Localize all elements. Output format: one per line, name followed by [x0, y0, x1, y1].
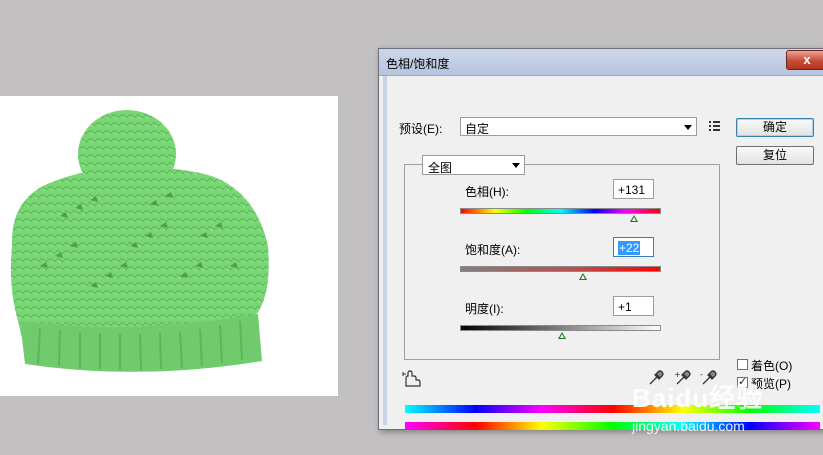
- dialog-title: 色相/饱和度: [386, 57, 450, 71]
- close-button[interactable]: x: [786, 50, 823, 70]
- preset-value: 自定: [465, 122, 490, 136]
- preset-dropdown[interactable]: 自定: [460, 117, 697, 136]
- preset-label: 预设(E):: [399, 122, 443, 136]
- lightness-label: 明度(I):: [465, 302, 504, 316]
- watermark-url: jingyan.baidu.com: [632, 418, 745, 434]
- lightness-input[interactable]: +1: [613, 296, 654, 316]
- hue-slider[interactable]: [460, 208, 661, 214]
- baidu-logo-watermark: Baidu经验: [632, 383, 764, 413]
- saturation-slider-thumb[interactable]: [578, 273, 587, 280]
- hue-slider-thumb[interactable]: [629, 215, 638, 222]
- hue-input[interactable]: +131: [613, 179, 654, 199]
- dialog-body: 预设(E): 自定 确定 复位 全图 色相(H): +131 饱和度(A): +…: [383, 76, 820, 430]
- ok-button[interactable]: 确定: [736, 118, 814, 137]
- saturation-slider[interactable]: [460, 266, 661, 272]
- saturation-label: 饱和度(A):: [465, 243, 521, 257]
- saturation-value: +22: [618, 241, 641, 255]
- colorize-checkbox[interactable]: [737, 359, 748, 370]
- channel-value: 全图: [428, 161, 453, 175]
- chevron-down-icon: [512, 163, 520, 168]
- channel-dropdown[interactable]: 全图: [422, 155, 525, 175]
- knit-hat-image: [10, 110, 269, 372]
- hue-value: +131: [618, 183, 646, 197]
- hue-label: 色相(H):: [465, 185, 509, 199]
- lightness-value: +1: [618, 300, 632, 314]
- reset-button[interactable]: 复位: [736, 146, 814, 165]
- colorize-label: 着色(O): [751, 359, 793, 373]
- output-hue-bar: [405, 422, 820, 430]
- hue-saturation-dialog: 色相/饱和度 x 预设(E): 自定 确定 复位 全图 色相(H): +131 …: [378, 48, 823, 430]
- lightness-slider[interactable]: [460, 325, 661, 331]
- title-bar[interactable]: 色相/饱和度 x: [379, 49, 823, 76]
- saturation-input[interactable]: +22: [613, 237, 654, 257]
- canvas-image: [0, 96, 338, 396]
- hand-adjust-icon[interactable]: [402, 370, 422, 388]
- lightness-slider-thumb[interactable]: [557, 332, 566, 339]
- chevron-down-icon: [684, 125, 692, 130]
- preset-menu-icon[interactable]: [709, 120, 723, 132]
